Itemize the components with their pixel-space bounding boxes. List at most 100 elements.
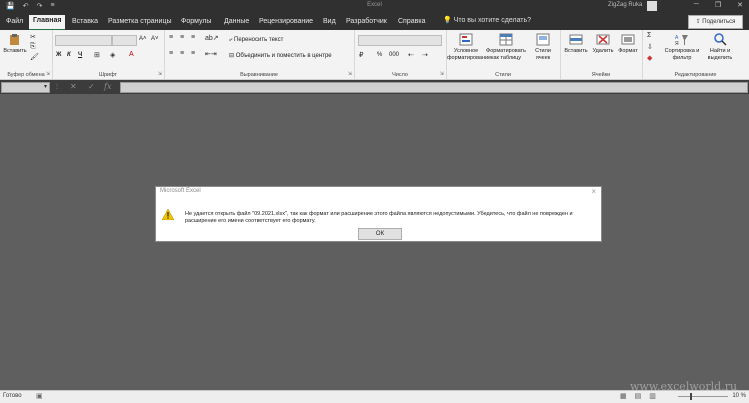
insert-function-button[interactable]: fx	[104, 82, 111, 91]
close-icon[interactable]: ✕	[737, 1, 743, 9]
conditional-formatting-button[interactable]: Условное форматирование	[447, 33, 491, 62]
tab-help[interactable]: Справка	[398, 16, 425, 30]
format-as-table-button[interactable]: Форматировать как таблицу	[486, 33, 526, 62]
tab-insert[interactable]: Вставка	[72, 16, 98, 30]
currency-icon[interactable]: ₽	[359, 51, 363, 59]
font-launcher-icon[interactable]: ⇲	[158, 71, 162, 77]
sort-filter-label: Сортировка и фильтр	[664, 48, 700, 61]
confirm-entry-icon[interactable]: ✓	[88, 82, 95, 91]
ok-button[interactable]: ОК	[358, 228, 402, 240]
tab-view[interactable]: Вид	[323, 16, 336, 30]
tab-file[interactable]: Файл	[6, 16, 23, 30]
ribbon-tabs: Файл Главная Вставка Разметка страницы Ф…	[0, 13, 749, 31]
cut-icon[interactable]: ✂	[30, 33, 36, 41]
chevron-down-icon[interactable]: ▾	[44, 83, 47, 90]
merge-icon: ⊟	[229, 53, 236, 59]
indent-icon[interactable]: ⇤⇥	[205, 50, 217, 58]
tab-developer[interactable]: Разработчик	[346, 16, 387, 30]
thousands-button[interactable]: 000	[389, 52, 399, 58]
page-break-view-icon[interactable]: ▥	[649, 392, 656, 400]
number-launcher-icon[interactable]: ⇲	[440, 71, 444, 77]
clear-icon[interactable]: ◆	[647, 54, 652, 62]
page-layout-view-icon[interactable]: ▤	[635, 392, 642, 400]
percent-button[interactable]: %	[377, 52, 382, 58]
tab-data[interactable]: Данные	[224, 16, 249, 30]
format-cells-button[interactable]: Формат	[615, 33, 641, 55]
delete-cells-button[interactable]: Удалить	[590, 33, 616, 55]
align-middle-icon[interactable]: ≡	[180, 34, 184, 41]
find-select-button[interactable]: Найти и выделить	[702, 33, 738, 62]
zoom-level[interactable]: 10 %	[732, 393, 746, 399]
tab-page-layout[interactable]: Разметка страницы	[108, 16, 172, 30]
decrease-decimal-icon[interactable]: ⇢	[422, 51, 428, 59]
find-select-label: Найти и выделить	[707, 48, 733, 61]
insert-cells-button[interactable]: Вставить	[563, 33, 589, 55]
cell-styles-button[interactable]: Стили ячеек	[530, 33, 556, 62]
alignment-launcher-icon[interactable]: ⇲	[348, 71, 352, 77]
cancel-entry-icon[interactable]: ✕	[70, 82, 77, 91]
grow-font-button[interactable]: A˄	[139, 36, 147, 42]
merge-center-button[interactable]: ⊟ Объединить и поместить в центре	[229, 52, 332, 59]
align-right-icon[interactable]: ≡	[191, 50, 195, 57]
underline-button[interactable]: Ч	[78, 52, 82, 58]
align-top-icon[interactable]: ≡	[169, 34, 173, 41]
bold-button[interactable]: Ж	[56, 52, 61, 58]
paste-button[interactable]: Вставить	[2, 33, 28, 55]
more-options-icon[interactable]: ⋮	[54, 83, 60, 90]
svg-text:Я: Я	[675, 41, 679, 46]
delete-cells-label: Удалить	[592, 48, 614, 54]
font-name-select[interactable]	[55, 35, 112, 46]
editing-label: Редактирование	[674, 72, 717, 78]
name-box[interactable]: ▾	[1, 82, 50, 93]
autosum-icon[interactable]: Σ	[647, 32, 651, 39]
sort-filter-button[interactable]: АЯ Сортировка и фильтр	[664, 33, 700, 62]
tab-formulas[interactable]: Формулы	[181, 16, 211, 30]
macro-record-icon[interactable]: ▣	[36, 392, 43, 400]
alignment-label: Выравнивание	[240, 72, 278, 78]
copy-icon[interactable]: ⎘	[30, 43, 36, 51]
normal-view-icon[interactable]: ▦	[620, 392, 627, 400]
tell-me-search[interactable]: 💡 Что вы хотите сделать?	[443, 16, 531, 24]
clipboard-group: Вставить ✂ ⎘ 🖌 Буфер обмена ⇲	[0, 30, 53, 79]
align-bottom-icon[interactable]: ≡	[191, 34, 195, 41]
formula-bar: ▾ ⋮ ✕ ✓ fx	[0, 80, 749, 94]
increase-decimal-icon[interactable]: ⇠	[408, 51, 414, 59]
zoom-slider-thumb[interactable]	[690, 393, 692, 400]
font-size-select[interactable]	[112, 35, 137, 46]
zoom-slider[interactable]	[678, 396, 728, 397]
font-label: Шрифт	[98, 72, 118, 78]
font-group: A˄ A˅ Ж К Ч ⊞ ◈ A Шрифт ⇲	[52, 30, 165, 79]
fill-color-icon[interactable]: ◈	[110, 51, 115, 59]
borders-icon[interactable]: ⊞	[94, 51, 100, 59]
format-as-table-label: Форматировать как таблицу	[486, 48, 526, 61]
share-button[interactable]: ⇪ Поделиться	[688, 15, 743, 29]
fill-icon[interactable]: ⇩	[647, 43, 653, 51]
shrink-font-button[interactable]: A˅	[151, 36, 159, 42]
status-bar: Готово ▣ ▦ ▤ ▥ 10 %	[0, 390, 749, 403]
font-color-icon[interactable]: A	[129, 51, 134, 58]
warning-icon	[162, 209, 174, 220]
clipboard-label: Буфер обмена	[7, 72, 45, 78]
align-center-icon[interactable]: ≡	[180, 50, 184, 57]
number-group: ₽ % 000 ⇠ ⇢ Число ⇲	[354, 30, 447, 79]
minimize-icon[interactable]: ─	[694, 1, 699, 9]
clipboard-launcher-icon[interactable]: ⇲	[46, 71, 50, 77]
number-format-select[interactable]	[358, 35, 442, 46]
avatar[interactable]	[647, 1, 657, 11]
error-dialog: Microsoft Excel × Не удается открыть фай…	[155, 186, 602, 242]
format-painter-icon[interactable]: 🖌	[30, 53, 39, 61]
share-label: Поделиться	[702, 19, 736, 25]
italic-button[interactable]: К	[67, 52, 71, 58]
restore-icon[interactable]: ❐	[715, 1, 721, 9]
formula-input[interactable]	[120, 82, 748, 93]
align-left-icon[interactable]: ≡	[169, 50, 173, 57]
wrap-text-button[interactable]: ⤶ Переносить текст	[229, 37, 283, 44]
styles-group: Условное форматирование Форматировать ка…	[446, 30, 561, 79]
user-name[interactable]: ZigZag Ruka	[608, 2, 642, 8]
tab-review[interactable]: Рецензирование	[259, 16, 313, 30]
dialog-title: Microsoft Excel	[160, 188, 201, 194]
close-icon[interactable]: ×	[591, 187, 596, 196]
orientation-icon[interactable]: ab↗	[205, 34, 219, 42]
tab-home[interactable]: Главная	[29, 15, 66, 31]
wrap-text-label: Переносить текст	[234, 37, 284, 43]
